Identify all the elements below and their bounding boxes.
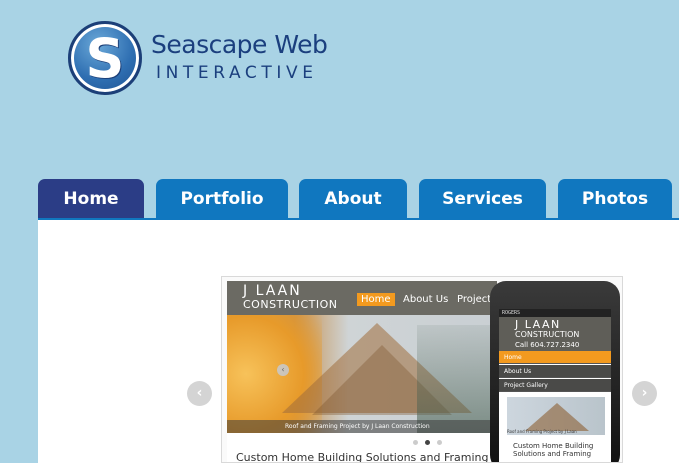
phone-screen: ROGERS J LAAN CONSTRUCTION Call 604.727.…: [499, 309, 611, 462]
phone-call-text: Call 604.727.2340: [515, 341, 580, 349]
nav-tab-portfolio[interactable]: Portfolio: [156, 179, 288, 220]
nav-tab-home[interactable]: Home: [38, 179, 144, 220]
photo-trees: [417, 325, 497, 433]
preview-dot: [437, 440, 442, 445]
phone-header: J LAAN CONSTRUCTION Call 604.727.2340: [499, 317, 611, 351]
preview-dot: [413, 440, 418, 445]
preview-dot-active: [425, 440, 430, 445]
phone-menu-home: Home: [499, 351, 611, 364]
desktop-site-preview: J LAAN CONSTRUCTION Home About Us Projec…: [227, 281, 497, 463]
logo-letter: S: [85, 27, 125, 90]
preview-prev-icon: ‹: [277, 364, 289, 376]
phone-status-bar: ROGERS: [499, 309, 611, 317]
preview-nav-home: Home: [357, 293, 395, 306]
nav-tab-about[interactable]: About: [299, 179, 407, 220]
preview-brand-line2: CONSTRUCTION: [243, 298, 338, 311]
preview-nav-about: About Us: [403, 294, 449, 305]
brand-name[interactable]: Seascape Web: [151, 30, 328, 59]
preview-nav-project: Project: [457, 294, 492, 305]
logo-icon[interactable]: S: [68, 21, 142, 95]
slider-next-button[interactable]: ›: [632, 381, 657, 406]
phone-mockup: ROGERS J LAAN CONSTRUCTION Call 604.727.…: [490, 281, 620, 462]
phone-caption: Roof and Framing Project by J Laan: [507, 429, 577, 434]
phone-menu-about: About Us: [499, 365, 611, 378]
preview-caption: Roof and Framing Project by J Laan Const…: [227, 420, 497, 433]
nav-tab-photos[interactable]: Photos: [558, 179, 672, 220]
portfolio-slide[interactable]: J LAAN CONSTRUCTION Home About Us Projec…: [221, 276, 623, 463]
preview-heading: Custom Home Building Solutions and Frami…: [236, 451, 489, 463]
phone-brand-line2: CONSTRUCTION: [515, 330, 580, 339]
preview-brand-line1: J LAAN: [243, 283, 302, 299]
phone-menu-gallery: Project Gallery: [499, 379, 611, 392]
nav-tab-services[interactable]: Services: [419, 179, 546, 220]
phone-heading: Custom Home Building Solutions and Frami…: [513, 442, 594, 458]
slider-prev-button[interactable]: ‹: [187, 381, 212, 406]
phone-photo-roof: [525, 403, 589, 431]
brand-tagline: INTERACTIVE: [156, 63, 318, 83]
preview-photo: ‹: [227, 315, 497, 433]
preview-header: J LAAN CONSTRUCTION Home About Us Projec…: [227, 281, 497, 315]
